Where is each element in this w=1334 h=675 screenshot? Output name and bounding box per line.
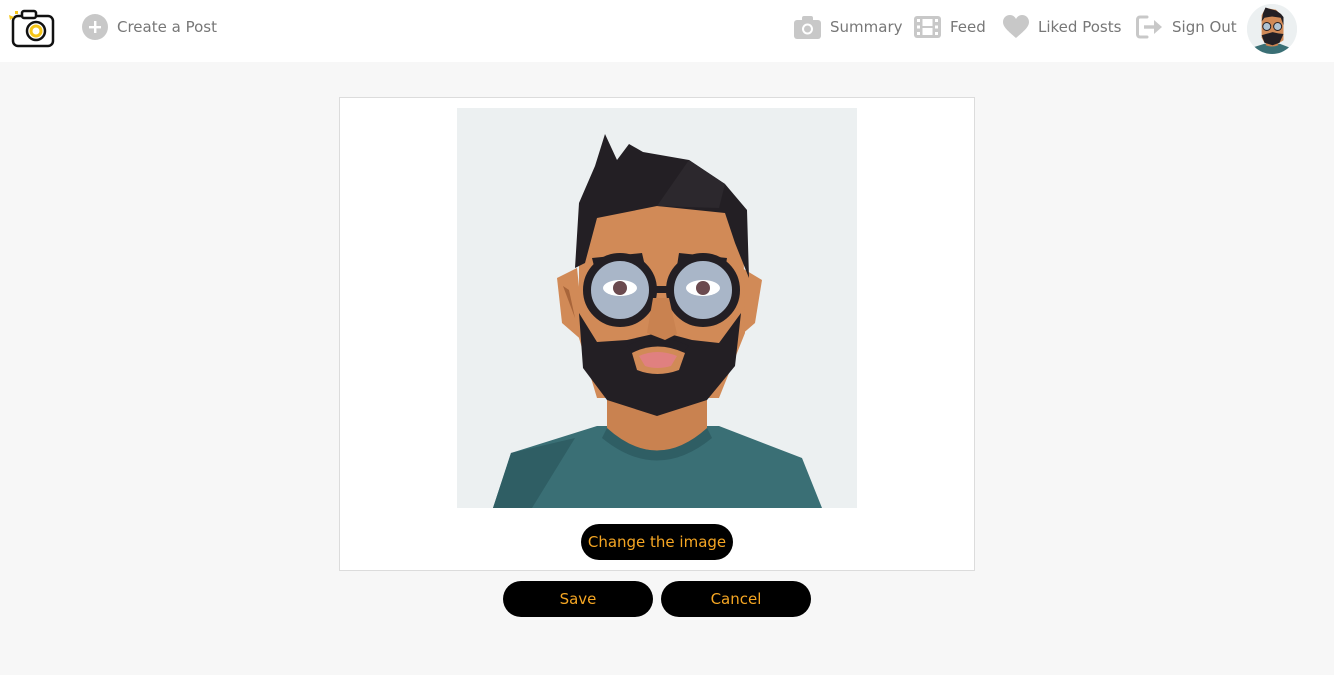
camera-logo-icon[interactable] [8,8,56,48]
nav-summary[interactable]: Summary [794,14,903,40]
film-icon [914,16,941,38]
nav-liked-posts-label: Liked Posts [1038,18,1122,36]
nav-sign-out-label: Sign Out [1172,18,1237,36]
sign-out-icon [1136,15,1162,39]
top-navbar: Create a Post Summary Feed Liked Posts S… [0,0,1334,62]
nav-feed[interactable]: Feed [914,14,986,40]
nav-create-post-label: Create a Post [117,18,217,36]
change-image-button[interactable]: Change the image [581,524,733,560]
cancel-button[interactable]: Cancel [661,581,811,617]
profile-image-preview [457,108,857,508]
user-avatar[interactable] [1247,4,1297,54]
profile-image-card: Change the image [339,97,975,571]
nav-liked-posts[interactable]: Liked Posts [1003,14,1121,40]
save-button[interactable]: Save [503,581,653,617]
nav-summary-label: Summary [830,18,903,36]
nav-feed-label: Feed [950,18,986,36]
plus-circle-icon [82,14,108,40]
heart-icon [1003,15,1029,38]
nav-sign-out[interactable]: Sign Out [1136,14,1237,40]
nav-create-post[interactable]: Create a Post [82,14,217,40]
camera-icon [794,16,821,39]
